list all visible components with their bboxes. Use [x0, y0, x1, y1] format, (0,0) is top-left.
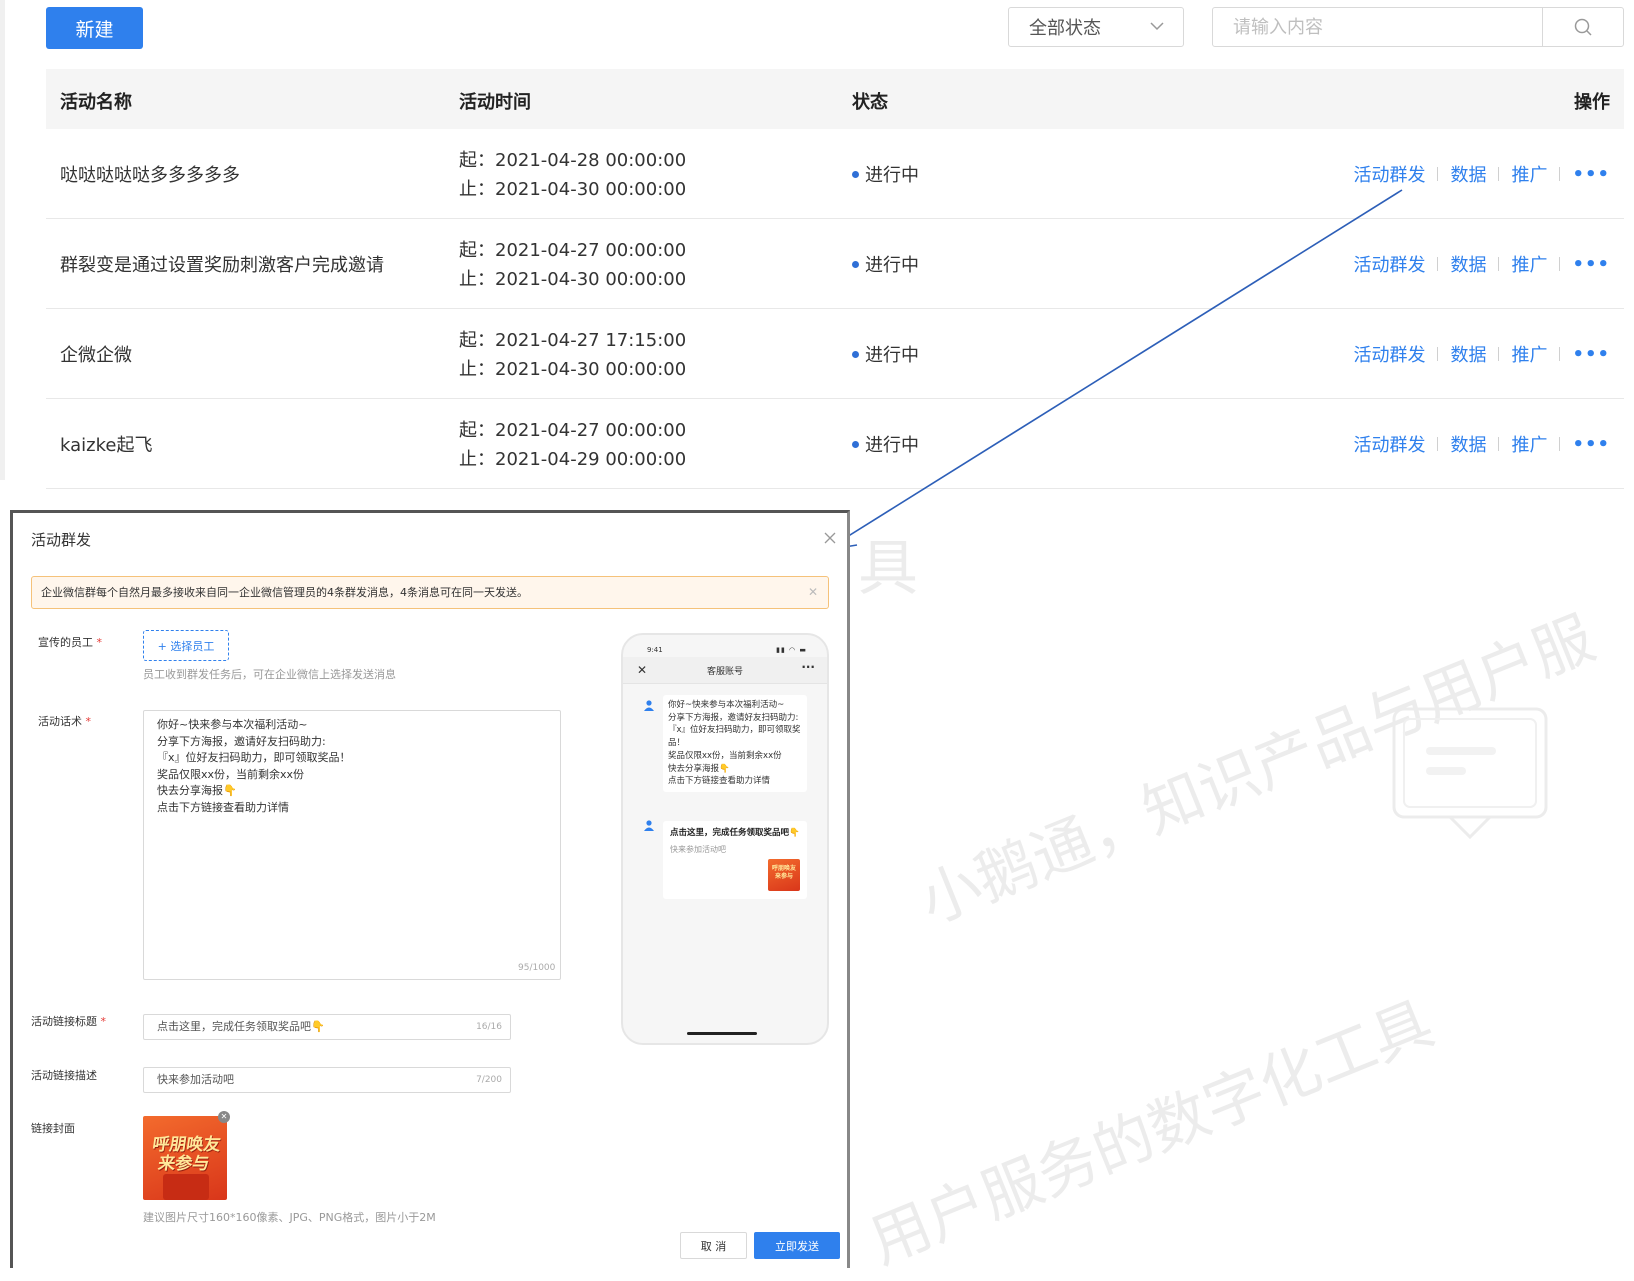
watermark-fragment: 具 — [858, 534, 918, 604]
phone-home-indicator — [687, 1032, 757, 1035]
close-icon[interactable] — [823, 531, 837, 545]
link-desc-value: 快来参加活动吧 — [157, 1073, 234, 1086]
phone-clock: 9:41 — [647, 646, 663, 654]
phone-more-icon: ··· — [801, 660, 815, 674]
phone-card-thumbnail: 呼朋唤友 来参与 — [768, 859, 800, 891]
phone-chat-title: 客服账号 — [706, 667, 743, 677]
script-label: 活动话术 * — [38, 715, 91, 728]
empty-state-illustration — [1392, 707, 1548, 840]
phone-message-bubble: 你好~快来参与本次福利活动~ 分享下方海报，邀请好友扫码助力: 『x』位好友扫码… — [663, 695, 807, 792]
phone-card-title: 点击这里，完成任务领取奖品吧👇 — [670, 828, 800, 838]
phone-status-icons: ▮▮ ◠ ▬ — [776, 646, 807, 654]
phone-card-desc: 快来参加活动吧 — [670, 845, 726, 854]
modal-title: 活动群发 — [31, 531, 92, 549]
link-title-counter: 16/16 — [476, 1022, 502, 1032]
cancel-button[interactable]: 取 消 — [680, 1232, 747, 1259]
phone-preview: 9:41 ▮▮ ◠ ▬ ✕ 客服账号 ··· 你好~快来参与本次福利活动~ 分享… — [621, 633, 829, 1045]
phone-chat-header: ✕ 客服账号 ··· — [623, 657, 827, 684]
red-envelope-graphic — [163, 1174, 209, 1200]
warning-alert: 企业微信群每个自然月最多接收来自同一企业微信管理员的4条群发消息，4条消息可在同… — [31, 576, 829, 609]
link-title-input[interactable]: 点击这里，完成任务领取奖品吧👇 16/16 — [143, 1014, 511, 1040]
link-title-label: 活动链接标题 * — [31, 1015, 106, 1028]
link-desc-input[interactable]: 快来参加活动吧 7/200 — [143, 1067, 511, 1093]
alert-text: 企业微信群每个自然月最多接收来自同一企业微信管理员的4条群发消息，4条消息可在同… — [41, 586, 528, 599]
cover-label: 链接封面 — [31, 1122, 75, 1135]
user-avatar-icon — [644, 820, 654, 831]
link-desc-counter: 7/200 — [476, 1075, 502, 1085]
script-textarea[interactable]: 你好~快来参与本次福利活动~ 分享下方海报，邀请好友扫码助力: 『x』位好友扫码… — [143, 710, 561, 980]
script-counter: 95/1000 — [518, 963, 556, 973]
group-send-modal: 活动群发 企业微信群每个自然月最多接收来自同一企业微信管理员的4条群发消息，4条… — [10, 510, 850, 1268]
link-title-value: 点击这里，完成任务领取奖品吧👇 — [157, 1020, 325, 1033]
alert-close-icon[interactable]: ✕ — [808, 577, 818, 608]
user-avatar-icon — [644, 700, 654, 711]
cover-image[interactable]: 呼朋唤友 来参与 — [143, 1116, 227, 1200]
employee-label: 宣传的员工 * — [38, 636, 102, 649]
cover-hint: 建议图片尺寸160*160像素、JPG、PNG格式，图片小于2M — [143, 1211, 436, 1224]
send-now-button[interactable]: 立即发送 — [754, 1232, 840, 1259]
remove-cover-icon[interactable]: ✕ — [218, 1111, 230, 1123]
select-employee-button[interactable]: + 选择员工 — [143, 630, 229, 661]
cover-image-text: 呼朋唤友 来参与 — [151, 1135, 222, 1174]
phone-link-card: 点击这里，完成任务领取奖品吧👇 快来参加活动吧 呼朋唤友 来参与 — [663, 821, 807, 899]
employee-hint: 员工收到群发任务后，可在企业微信上选择发送消息 — [143, 668, 396, 681]
link-desc-label: 活动链接描述 — [31, 1069, 97, 1082]
